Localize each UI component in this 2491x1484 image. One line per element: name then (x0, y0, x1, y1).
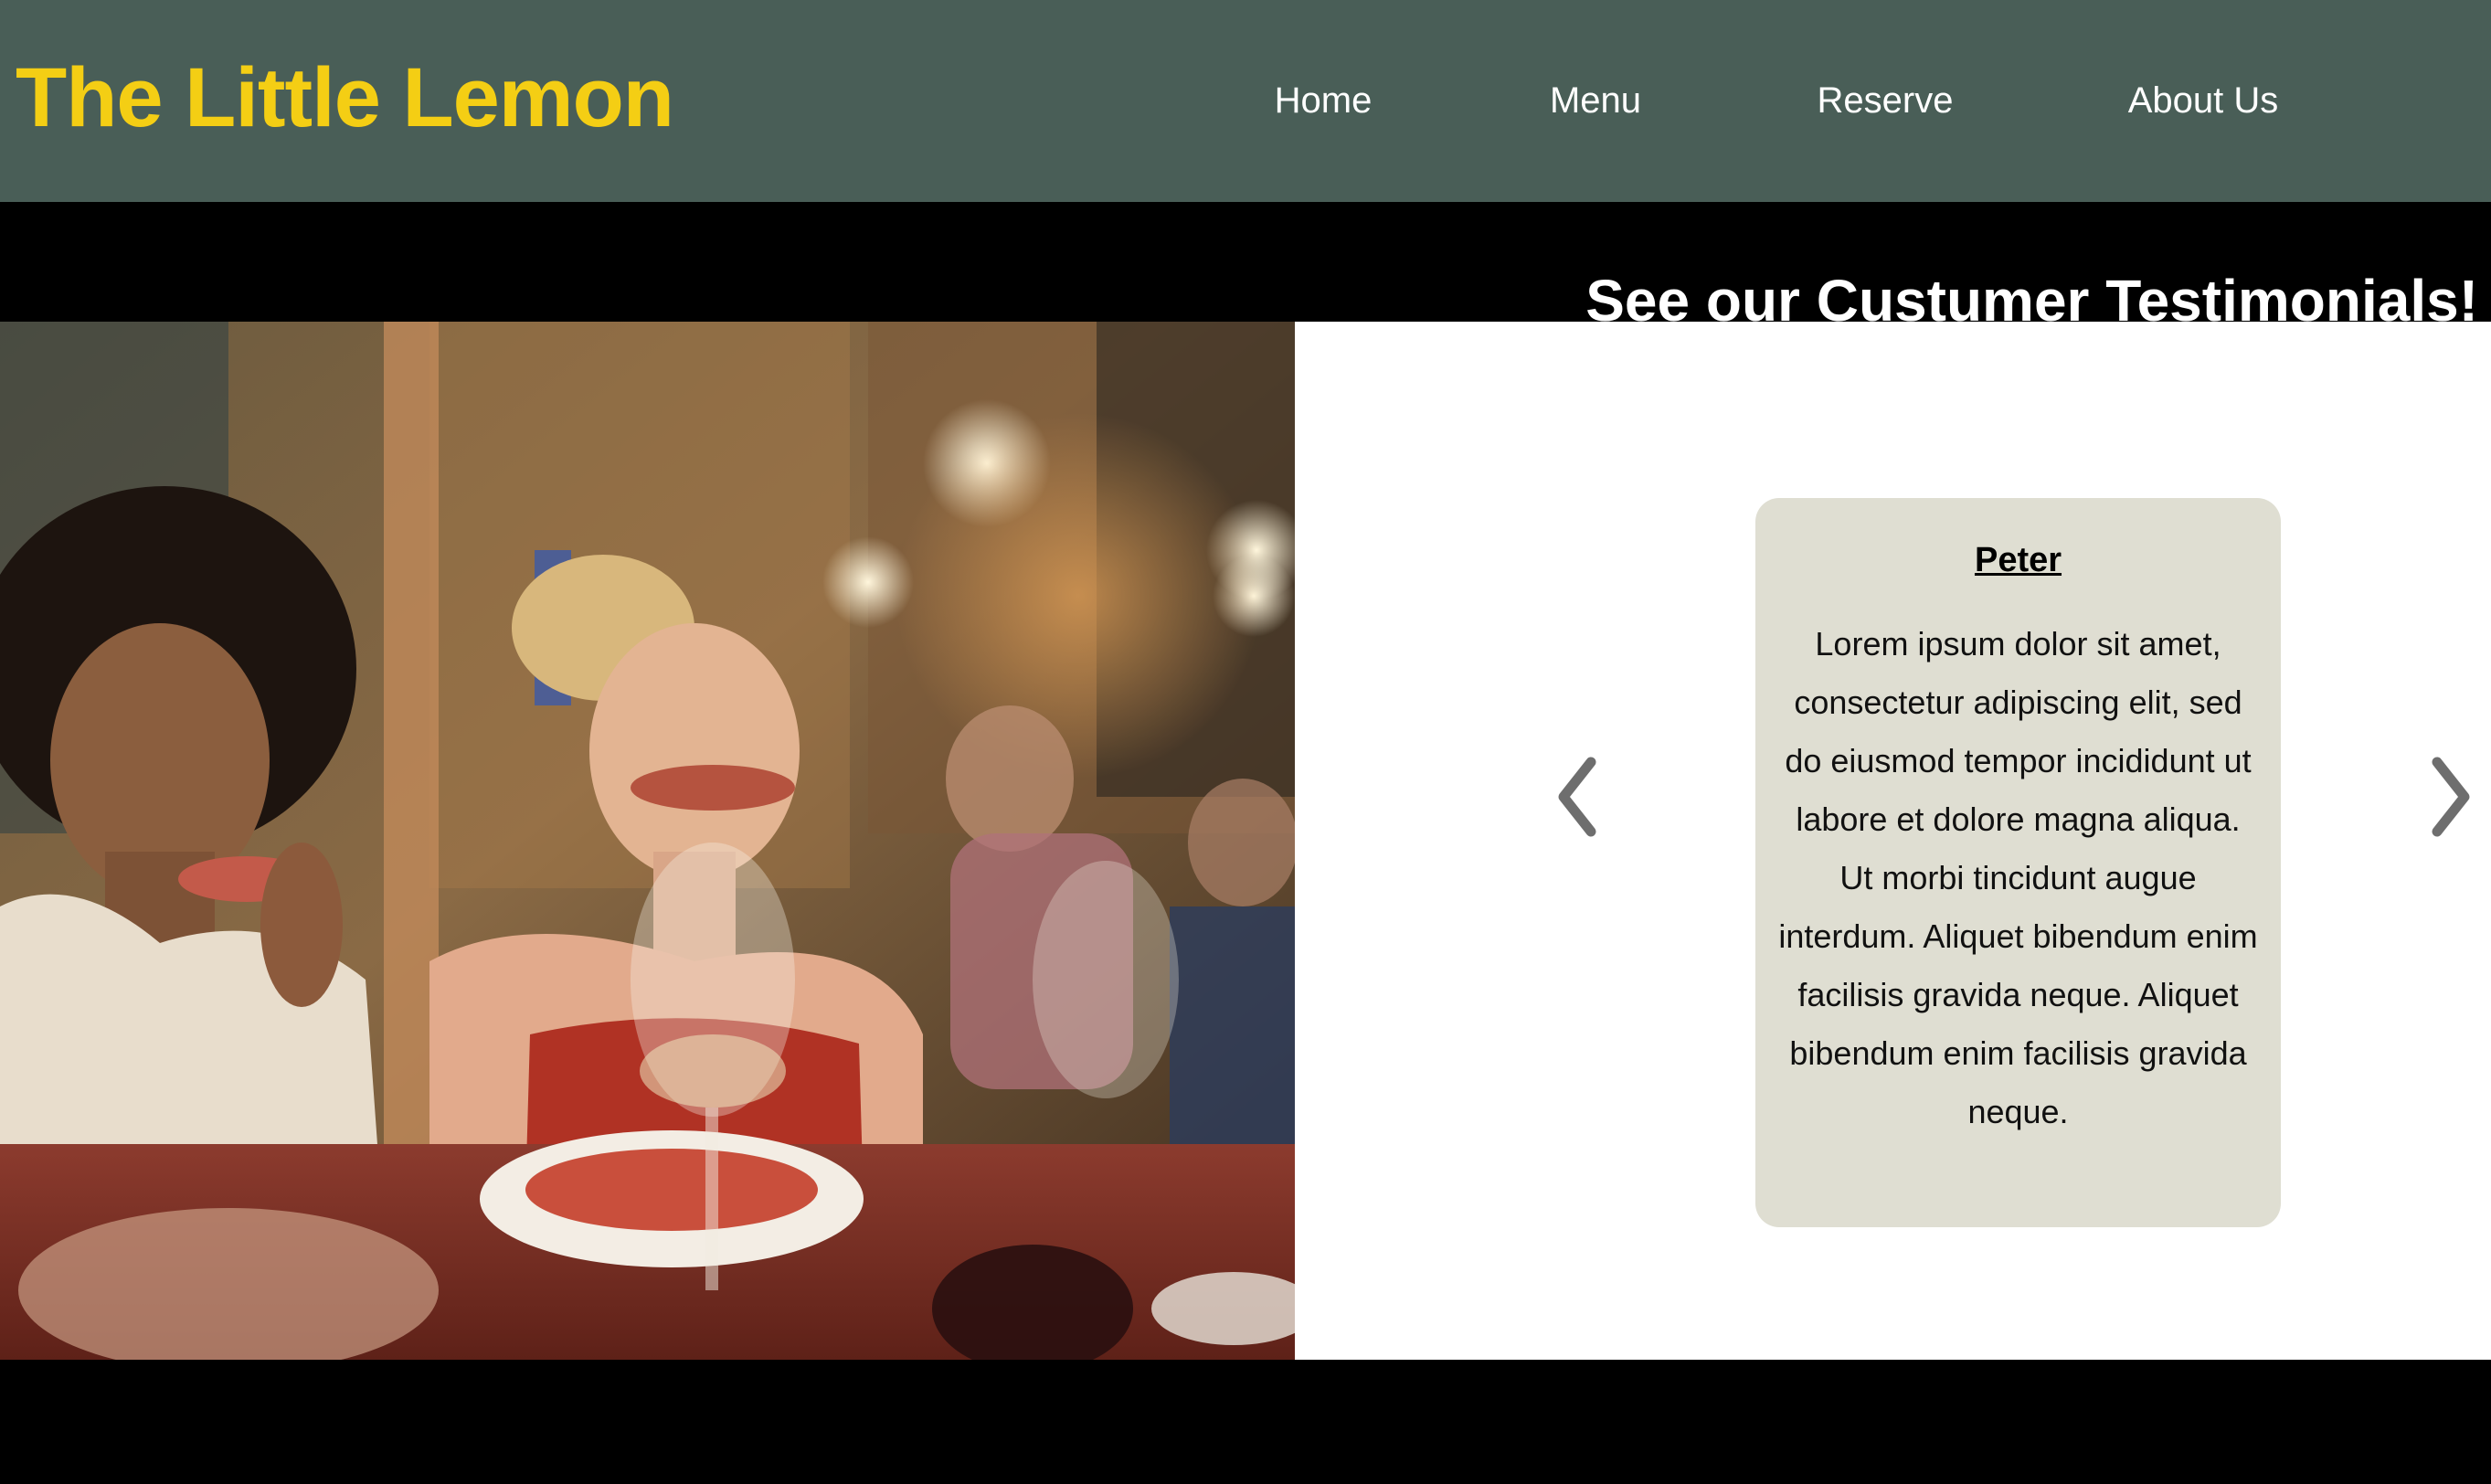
testimonial-card: Peter Lorem ipsum dolor sit amet, consec… (1755, 498, 2281, 1227)
testimonials-banner: See our Custumer Testimonials! (0, 202, 2491, 334)
page-footer (0, 1360, 2491, 1484)
brand-logo-text[interactable]: The Little Lemon (16, 48, 674, 148)
nav-home[interactable]: Home (1275, 75, 1373, 126)
site-header: The Little Lemon Home Menu Reserve About… (0, 0, 2491, 202)
nav-reserve[interactable]: Reserve (1818, 75, 1954, 126)
testimonial-text: Lorem ipsum dolor sit amet, consectetur … (1778, 625, 2258, 1130)
chevron-right-icon[interactable] (2415, 742, 2488, 852)
nav-menu[interactable]: Menu (1550, 75, 1641, 126)
nav-about-us[interactable]: About Us (2128, 75, 2279, 126)
restaurant-diners-photo (0, 322, 1295, 1360)
testimonial-author: Peter (1974, 541, 2062, 579)
chevron-left-icon[interactable] (1540, 742, 1613, 852)
